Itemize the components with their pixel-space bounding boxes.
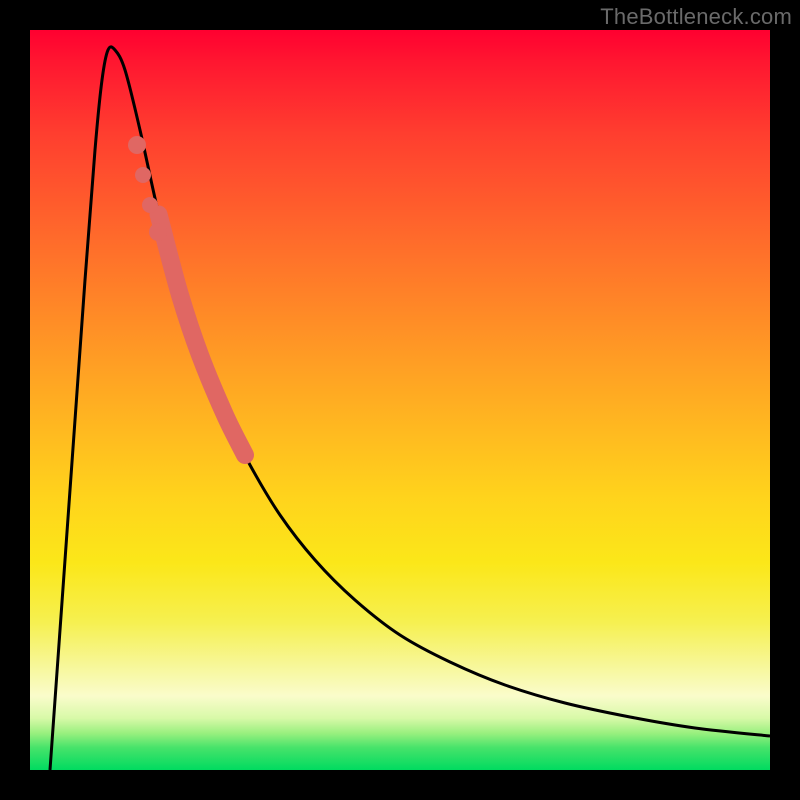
chart-frame: TheBottleneck.com	[0, 0, 800, 800]
highlight-dot	[149, 223, 167, 241]
bottleneck-curve	[50, 47, 770, 770]
bottleneck-curve-svg	[30, 30, 770, 770]
highlight-dot	[135, 167, 151, 183]
plot-area	[30, 30, 770, 770]
highlight-dot	[142, 197, 158, 213]
highlight-dot	[128, 136, 146, 154]
watermark-text: TheBottleneck.com	[600, 4, 792, 30]
salmon-dots	[128, 136, 167, 241]
salmon-highlight-band	[159, 214, 245, 455]
